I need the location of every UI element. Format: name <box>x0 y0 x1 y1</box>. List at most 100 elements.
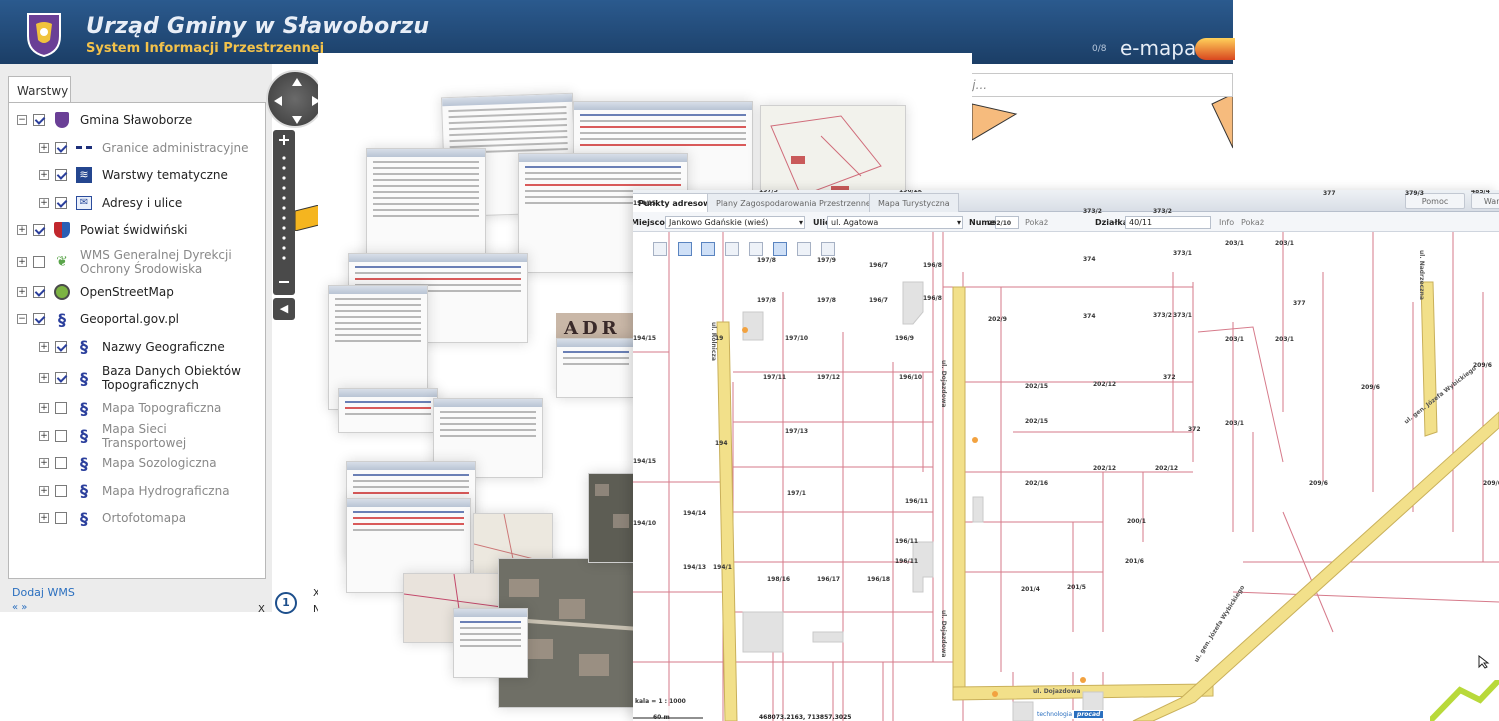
layer-row[interactable]: + § Mapa Hydrograficzna <box>39 480 230 502</box>
layer-checkbox[interactable] <box>33 224 45 236</box>
expand-toggle-icon[interactable]: + <box>39 458 49 468</box>
street-select[interactable]: ul. Agatowa <box>827 216 963 229</box>
parcel-number: 203/1 <box>1275 240 1294 247</box>
layer-checkbox[interactable] <box>55 484 67 497</box>
pan-tool-icon[interactable] <box>678 242 692 256</box>
info-button[interactable]: Info <box>1219 218 1234 227</box>
parcel-number: 373/1 <box>1173 312 1192 319</box>
layer-row[interactable]: + § Mapa Sieci Transportowej <box>39 422 252 450</box>
show-button[interactable]: Pokaż <box>1025 218 1048 227</box>
parcel-number: 372 <box>1163 374 1176 381</box>
tab-layers[interactable]: Warstwy <box>8 76 71 102</box>
geoportal-icon: § <box>80 426 88 445</box>
scale-icon[interactable]: 1 <box>275 592 297 614</box>
parcel-number: 202/10 <box>988 220 1012 227</box>
layer-row[interactable]: + OpenStreetMap <box>17 281 174 303</box>
locality-dropdown-icon[interactable]: ▾ <box>799 218 803 227</box>
locality-select[interactable]: Jankowo Gdańskie (wieś) <box>665 216 805 229</box>
layer-checkbox[interactable] <box>55 196 67 209</box>
parcel-number: 373/2 <box>1153 208 1172 215</box>
layer-row[interactable]: + Powiat świdwiński <box>17 219 187 241</box>
boundary-icon <box>75 139 93 157</box>
layer-checkbox[interactable] <box>33 285 45 298</box>
street-dropdown-icon[interactable]: ▾ <box>957 218 961 227</box>
expand-toggle-icon[interactable]: + <box>39 373 49 383</box>
search-input[interactable] <box>955 73 1233 97</box>
pin-tool-icon[interactable] <box>797 242 811 256</box>
parcel-number: 194/14 <box>683 510 707 517</box>
undo-tool-icon[interactable] <box>653 242 667 256</box>
expand-toggle-icon[interactable]: − <box>17 314 27 324</box>
layer-checkbox[interactable] <box>55 457 67 469</box>
add-wms-link[interactable]: Dodaj WMS <box>12 586 75 599</box>
tab-zoning-plans[interactable]: Plany Zagospodarowania Przestrzennego <box>707 193 890 212</box>
panel-pager[interactable]: « » <box>12 602 27 613</box>
brand-logo-icon <box>1195 38 1235 60</box>
layer-row[interactable]: + § Nazwy Geograficzne <box>39 336 225 358</box>
layer-row[interactable]: + ≋ Warstwy tematyczne <box>39 164 228 186</box>
layer-checkbox[interactable] <box>55 512 67 524</box>
layer-checkbox[interactable] <box>55 141 67 154</box>
expand-toggle-icon[interactable]: + <box>39 341 49 352</box>
zoom-tool-icon[interactable] <box>701 242 715 256</box>
parcel-input[interactable]: 40/11 <box>1125 216 1211 229</box>
cursor-icon <box>1478 655 1490 669</box>
layer-checkbox[interactable] <box>55 169 67 181</box>
expand-toggle-icon[interactable]: + <box>39 197 49 208</box>
expand-toggle-icon[interactable]: + <box>39 513 49 523</box>
layer-row[interactable]: + § Ortofotomapa <box>39 507 186 529</box>
expand-toggle-icon[interactable]: + <box>39 430 49 441</box>
expand-toggle-icon[interactable]: + <box>39 142 49 153</box>
parcel-number: 374 <box>1083 256 1096 263</box>
layer-checkbox[interactable] <box>33 255 45 268</box>
layer-checkbox[interactable] <box>55 340 67 353</box>
parcel-number: 194/10 <box>633 520 657 527</box>
layer-row[interactable]: + § Mapa Topograficzna <box>39 397 221 419</box>
geoportal-icon: § <box>80 453 88 473</box>
street-label: ul. Nadrzeczna <box>1418 250 1425 300</box>
layer-row[interactable]: + § Mapa Sozologiczna <box>39 452 217 474</box>
layer-checkbox[interactable] <box>55 402 67 414</box>
layer-row[interactable]: − § Geoportal.gov.pl <box>17 308 179 330</box>
layer-checkbox[interactable] <box>33 313 45 325</box>
parcel-number: 198/16 <box>767 576 791 583</box>
parcel-show-button[interactable]: Pokaż <box>1241 218 1264 227</box>
expand-toggle-icon[interactable]: + <box>17 286 27 297</box>
zoom-slider[interactable] <box>273 130 295 295</box>
parcel-number: 197/3 <box>759 190 778 194</box>
geoportal-icon: § <box>58 309 66 329</box>
expand-toggle-icon[interactable]: − <box>17 115 27 125</box>
expand-toggle-icon[interactable]: + <box>17 256 27 267</box>
layers-button[interactable]: Warstwy <box>1471 193 1499 209</box>
measure-tool-icon[interactable] <box>725 242 739 256</box>
layer-row[interactable]: + Granice administracyjne <box>39 137 249 159</box>
layer-label: OpenStreetMap <box>80 284 174 299</box>
thumb-dialog <box>556 338 636 398</box>
layer-row[interactable]: − Gmina Sławoborze <box>17 109 192 131</box>
parcel-number: 373/2 <box>1083 208 1102 215</box>
collapse-panel-button[interactable]: ◀ <box>273 298 295 320</box>
layer-checkbox[interactable] <box>55 429 67 442</box>
info-tool-icon[interactable] <box>773 242 787 256</box>
parcel-number: 197/13 <box>785 428 809 435</box>
select-tool-icon[interactable] <box>749 242 763 256</box>
layer-checkbox[interactable] <box>33 114 45 126</box>
expand-toggle-icon[interactable]: + <box>39 403 49 413</box>
expand-toggle-icon[interactable]: + <box>39 170 49 180</box>
parcel-number: 194/13 <box>683 564 707 571</box>
thumb-table-3 <box>338 388 438 433</box>
geoportal-icon: § <box>80 398 88 418</box>
pan-control[interactable] <box>266 70 324 128</box>
layer-label: Powiat świdwiński <box>80 223 188 237</box>
tab-tourist-map[interactable]: Mapa Turystyczna <box>869 193 959 212</box>
layer-row[interactable]: + ❦ WMS Generalnej Dyrekcji Ochrony Środow… <box>17 247 250 277</box>
expand-toggle-icon[interactable]: + <box>39 485 49 496</box>
layer-row[interactable]: + ✉ Adresy i ulice <box>39 192 182 214</box>
extent-tool-icon[interactable] <box>821 242 835 256</box>
parcel-number: 372 <box>1188 426 1201 433</box>
layers-panel: Warstwy − Gmina Sławoborze + Granice admini… <box>0 64 272 613</box>
expand-toggle-icon[interactable]: + <box>17 225 27 235</box>
layer-row[interactable]: + § Baza Danych Obiektów Topograficznych <box>39 363 252 393</box>
layer-checkbox[interactable] <box>55 372 67 384</box>
parcel-map[interactable] <box>633 232 1499 721</box>
